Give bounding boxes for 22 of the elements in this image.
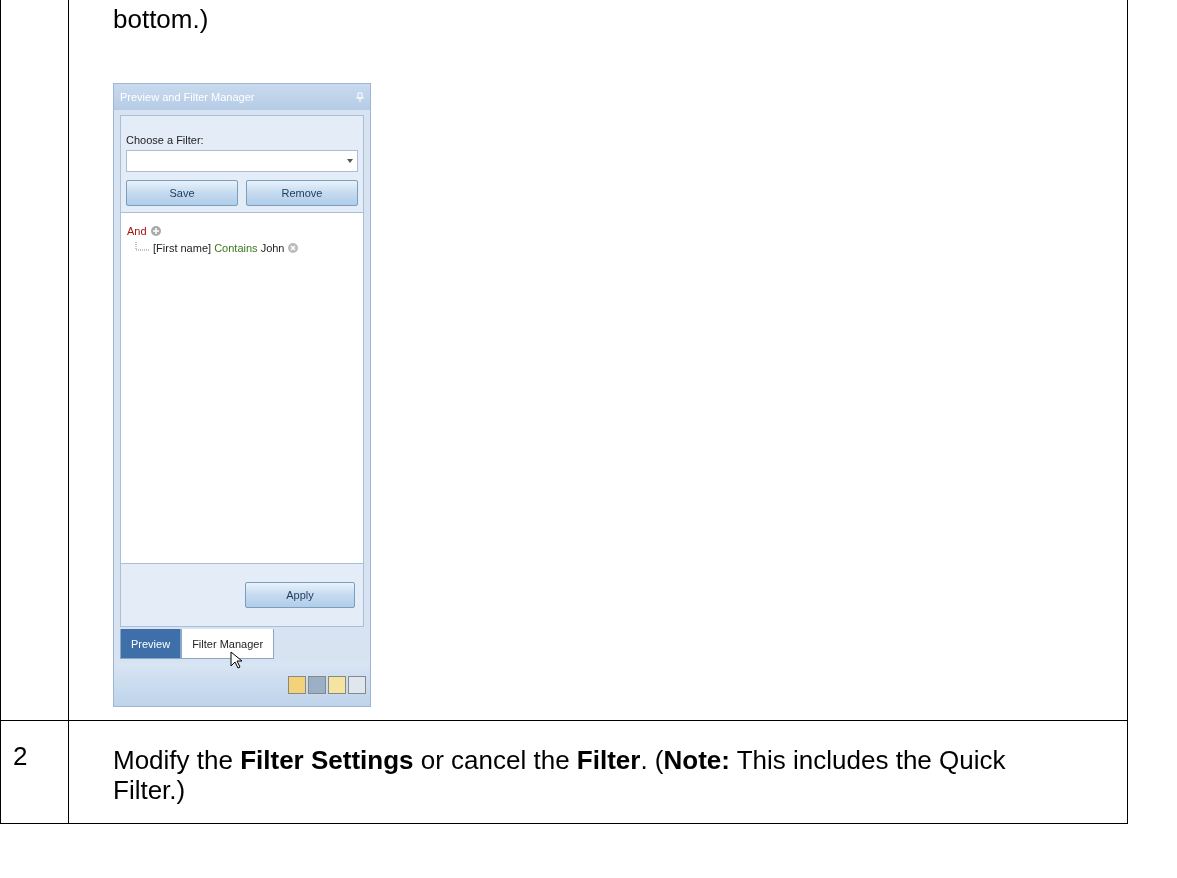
step-text: bottom.) (113, 4, 210, 36)
remove-icon[interactable] (288, 243, 299, 253)
panel-title: Preview and Filter Manager (120, 91, 255, 103)
condition-text[interactable]: [First name] Contains John (153, 242, 285, 254)
panel-tab[interactable]: Preview (120, 629, 182, 659)
add-icon[interactable] (150, 226, 161, 236)
pin-icon[interactable] (356, 92, 364, 102)
tree-connector-icon (135, 242, 149, 254)
operator-label: And (127, 225, 147, 237)
cursor-icon (230, 651, 243, 669)
filter-dropdown[interactable] (126, 150, 358, 172)
dropdown-arrow-icon (347, 159, 353, 163)
toolbar-icon[interactable] (288, 675, 306, 694)
step-text: Modify the Filter Settings or cancel the Filter. (Note: This includes the Quick Filter.) (113, 744, 1007, 807)
panel-button[interactable]: Remove (246, 180, 358, 206)
apply-button[interactable]: Apply (245, 582, 355, 608)
filter-label: Choose a Filter: (126, 134, 205, 146)
step-number: 2 (1, 721, 69, 823)
toolbar-icon[interactable] (348, 675, 366, 694)
toolbar-icon[interactable] (308, 675, 326, 694)
toolbar-icon[interactable] (328, 675, 346, 694)
panel-button[interactable]: Save (126, 180, 238, 206)
